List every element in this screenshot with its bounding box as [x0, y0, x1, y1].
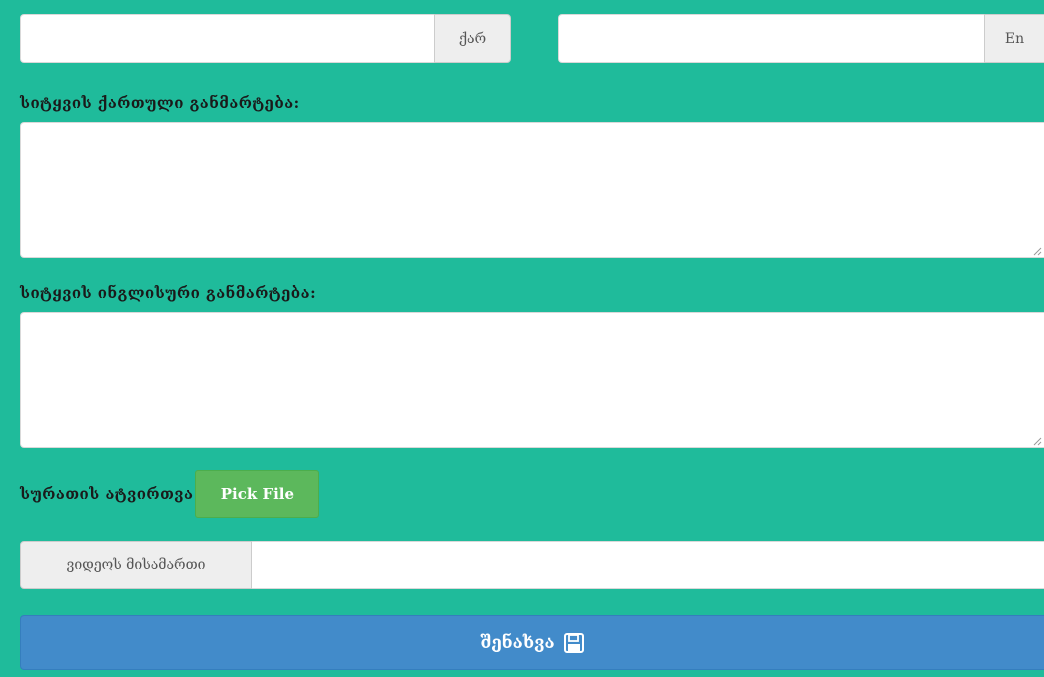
resize-grip-icon[interactable] — [1032, 246, 1042, 256]
video-url-input[interactable] — [252, 541, 1044, 589]
save-button-label: შენახვა — [480, 632, 555, 653]
video-url-group: ვიდეოს მისამართი — [20, 541, 1044, 589]
georgian-word-input[interactable] — [20, 14, 434, 63]
english-word-group: En — [558, 14, 1044, 63]
floppy-disk-icon — [563, 632, 585, 654]
image-upload-label: სურათის ატვირთვა — [20, 484, 194, 503]
georgian-definition-label: სიტყვის ქართული განმარტება: — [20, 94, 300, 112]
video-url-addon: ვიდეოს მისამართი — [20, 541, 252, 589]
georgian-word-group: ქარ — [20, 14, 511, 63]
image-upload-row: სურათის ატვირთვა Pick File — [20, 469, 320, 518]
save-button[interactable]: შენახვა — [20, 615, 1044, 670]
resize-grip-icon[interactable] — [1032, 436, 1042, 446]
english-definition-textarea[interactable] — [20, 312, 1044, 448]
pick-file-button[interactable]: Pick File — [195, 469, 320, 518]
georgian-addon: ქარ — [434, 14, 511, 63]
english-word-input[interactable] — [558, 14, 984, 63]
english-definition-label: სიტყვის ინგლისური განმარტება: — [20, 284, 317, 302]
english-addon: En — [984, 14, 1044, 63]
word-input-row: ქარ En — [20, 14, 1044, 63]
georgian-definition-textarea[interactable] — [20, 122, 1044, 258]
